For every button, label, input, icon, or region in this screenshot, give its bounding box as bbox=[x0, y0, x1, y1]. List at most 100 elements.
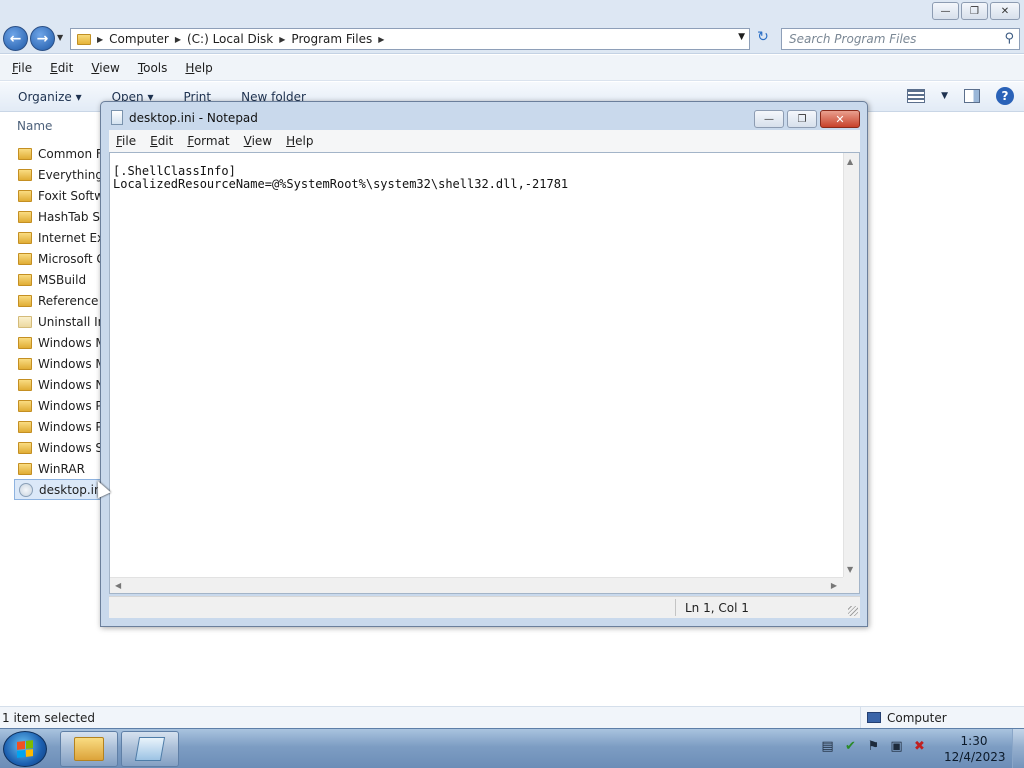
minimize-button[interactable]: — bbox=[932, 2, 959, 20]
list-item-label: Uninstall Inf bbox=[38, 314, 110, 329]
list-item-label: HashTab Sh bbox=[38, 209, 108, 224]
minimize-button[interactable]: — bbox=[754, 110, 784, 128]
security-icon[interactable]: ✔ bbox=[843, 739, 858, 754]
preview-pane-icon[interactable] bbox=[964, 89, 980, 103]
explorer-statusbar: 1 item selected Computer bbox=[0, 706, 1024, 728]
show-desktop-button[interactable] bbox=[1012, 729, 1024, 768]
scroll-left-icon[interactable]: ◀ bbox=[115, 581, 121, 590]
volume-muted-icon[interactable]: ✖ bbox=[912, 739, 927, 754]
folder-icon bbox=[18, 273, 32, 286]
list-item-label: Windows Po bbox=[38, 419, 110, 434]
list-item-label: Windows Si bbox=[38, 440, 107, 455]
list-item-label: Everything bbox=[38, 167, 103, 182]
cursor-position: Ln 1, Col 1 bbox=[685, 601, 749, 615]
folder-icon bbox=[18, 252, 32, 265]
list-item-label: Windows M bbox=[38, 335, 106, 350]
address-bar[interactable]: ▶ Computer ▶ (C:) Local Disk ▶ Program F… bbox=[70, 28, 750, 50]
flag-blue bbox=[17, 749, 25, 758]
close-button[interactable]: ✕ bbox=[820, 110, 860, 128]
list-item-label: Common Fi bbox=[38, 146, 106, 161]
close-button[interactable]: ✕ bbox=[990, 2, 1020, 20]
flag-icon[interactable]: ⚑ bbox=[866, 739, 881, 754]
chevron-right-icon[interactable]: ▶ bbox=[279, 35, 285, 44]
restore-button[interactable]: ❐ bbox=[787, 110, 817, 128]
folder-icon bbox=[18, 315, 32, 328]
horizontal-scrollbar[interactable]: ◀ ▶ bbox=[110, 577, 843, 593]
notepad-content[interactable]: [.ShellClassInfo] LocalizedResourceName=… bbox=[113, 165, 568, 191]
recent-pages-dropdown[interactable]: ▼ bbox=[57, 33, 63, 42]
network-icon[interactable]: ▣ bbox=[889, 739, 904, 754]
breadcrumb-item[interactable]: Computer bbox=[109, 32, 169, 46]
menu-file[interactable]: File bbox=[116, 134, 136, 148]
action-center-icon[interactable]: ▤ bbox=[820, 739, 835, 754]
scroll-down-icon[interactable]: ▼ bbox=[847, 565, 853, 574]
start-button[interactable] bbox=[3, 731, 47, 767]
forward-button[interactable]: → bbox=[30, 26, 55, 51]
organize-label: Organize bbox=[18, 89, 72, 104]
scroll-right-icon[interactable]: ▶ bbox=[831, 581, 837, 590]
list-item[interactable]: desktop.ini bbox=[14, 479, 105, 500]
chevron-right-icon[interactable]: ▶ bbox=[378, 35, 384, 44]
menu-help[interactable]: Help bbox=[286, 134, 313, 148]
taskbar-notepad-button[interactable] bbox=[121, 731, 179, 767]
organize-button[interactable]: Organize ▾ bbox=[18, 90, 82, 104]
menu-tools[interactable]: Tools bbox=[138, 61, 168, 75]
view-controls: ▼ ? bbox=[907, 87, 1014, 105]
arrow-right-icon: → bbox=[36, 30, 49, 47]
vertical-scrollbar[interactable]: ▲ ▼ bbox=[843, 153, 859, 578]
change-view-icon[interactable] bbox=[907, 89, 926, 103]
flag-red bbox=[17, 741, 25, 750]
notepad-statusbar: Ln 1, Col 1 bbox=[109, 596, 860, 618]
selection-status: 1 item selected bbox=[2, 710, 96, 725]
folder-icon bbox=[18, 210, 32, 223]
notepad-title: desktop.ini - Notepad bbox=[129, 110, 258, 125]
windows-logo-icon bbox=[17, 740, 33, 758]
menu-edit[interactable]: Edit bbox=[50, 61, 73, 75]
folder-icon bbox=[18, 378, 32, 391]
breadcrumb-item[interactable]: Program Files bbox=[291, 32, 372, 46]
folder-icon bbox=[18, 441, 32, 454]
list-item-label: Windows M bbox=[38, 356, 106, 371]
help-icon[interactable]: ? bbox=[996, 87, 1014, 105]
list-item-label: WinRAR bbox=[38, 461, 85, 476]
menu-help[interactable]: Help bbox=[185, 61, 212, 75]
view-dropdown-icon[interactable]: ▼ bbox=[941, 91, 948, 101]
resize-grip-icon[interactable] bbox=[848, 606, 858, 616]
clock[interactable]: 1:30 12/4/2023 bbox=[944, 733, 1006, 765]
address-row: ← → ▼ ▶ Computer ▶ (C:) Local Disk ▶ Pro… bbox=[0, 24, 1024, 54]
menu-format[interactable]: Format bbox=[187, 134, 229, 148]
menu-view[interactable]: View bbox=[244, 134, 272, 148]
restore-button[interactable]: ❐ bbox=[961, 2, 988, 20]
settings-file-icon bbox=[19, 482, 33, 497]
zone-status: Computer bbox=[860, 707, 947, 728]
search-placeholder: Search Program Files bbox=[789, 32, 917, 46]
arrow-left-icon: ← bbox=[9, 30, 22, 47]
search-icon[interactable]: ⚲ bbox=[1004, 31, 1014, 46]
folder-icon bbox=[18, 357, 32, 370]
folder-icon bbox=[77, 33, 91, 45]
explorer-titlebar[interactable]: — ❐ ✕ bbox=[0, 0, 1024, 24]
scroll-up-icon[interactable]: ▲ bbox=[847, 157, 853, 166]
refresh-icon[interactable]: ↻ bbox=[752, 29, 774, 49]
system-tray: ▤ ✔ ⚑ ▣ ✖ bbox=[820, 739, 927, 754]
notepad-text-area[interactable]: [.ShellClassInfo] LocalizedResourceName=… bbox=[109, 152, 860, 594]
flag-yellow bbox=[25, 748, 33, 757]
taskbar-explorer-button[interactable] bbox=[60, 731, 118, 767]
address-dropdown-icon[interactable]: ▼ bbox=[738, 32, 745, 42]
status-divider bbox=[675, 599, 676, 616]
chevron-right-icon[interactable]: ▶ bbox=[97, 35, 103, 44]
folder-icon bbox=[74, 737, 104, 761]
menu-view[interactable]: View bbox=[91, 61, 119, 75]
back-button[interactable]: ← bbox=[3, 26, 28, 51]
folder-icon bbox=[18, 462, 32, 475]
menu-file[interactable]: File bbox=[12, 61, 32, 75]
folder-icon bbox=[18, 294, 32, 307]
chevron-right-icon[interactable]: ▶ bbox=[175, 35, 181, 44]
list-item-label: Windows N bbox=[38, 377, 105, 392]
folder-icon bbox=[18, 336, 32, 349]
menu-edit[interactable]: Edit bbox=[150, 134, 173, 148]
search-input[interactable]: Search Program Files ⚲ bbox=[781, 28, 1020, 50]
list-item-label: MSBuild bbox=[38, 272, 87, 287]
notepad-titlebar[interactable]: desktop.ini - Notepad bbox=[111, 110, 258, 125]
breadcrumb-item[interactable]: (C:) Local Disk bbox=[187, 32, 273, 46]
